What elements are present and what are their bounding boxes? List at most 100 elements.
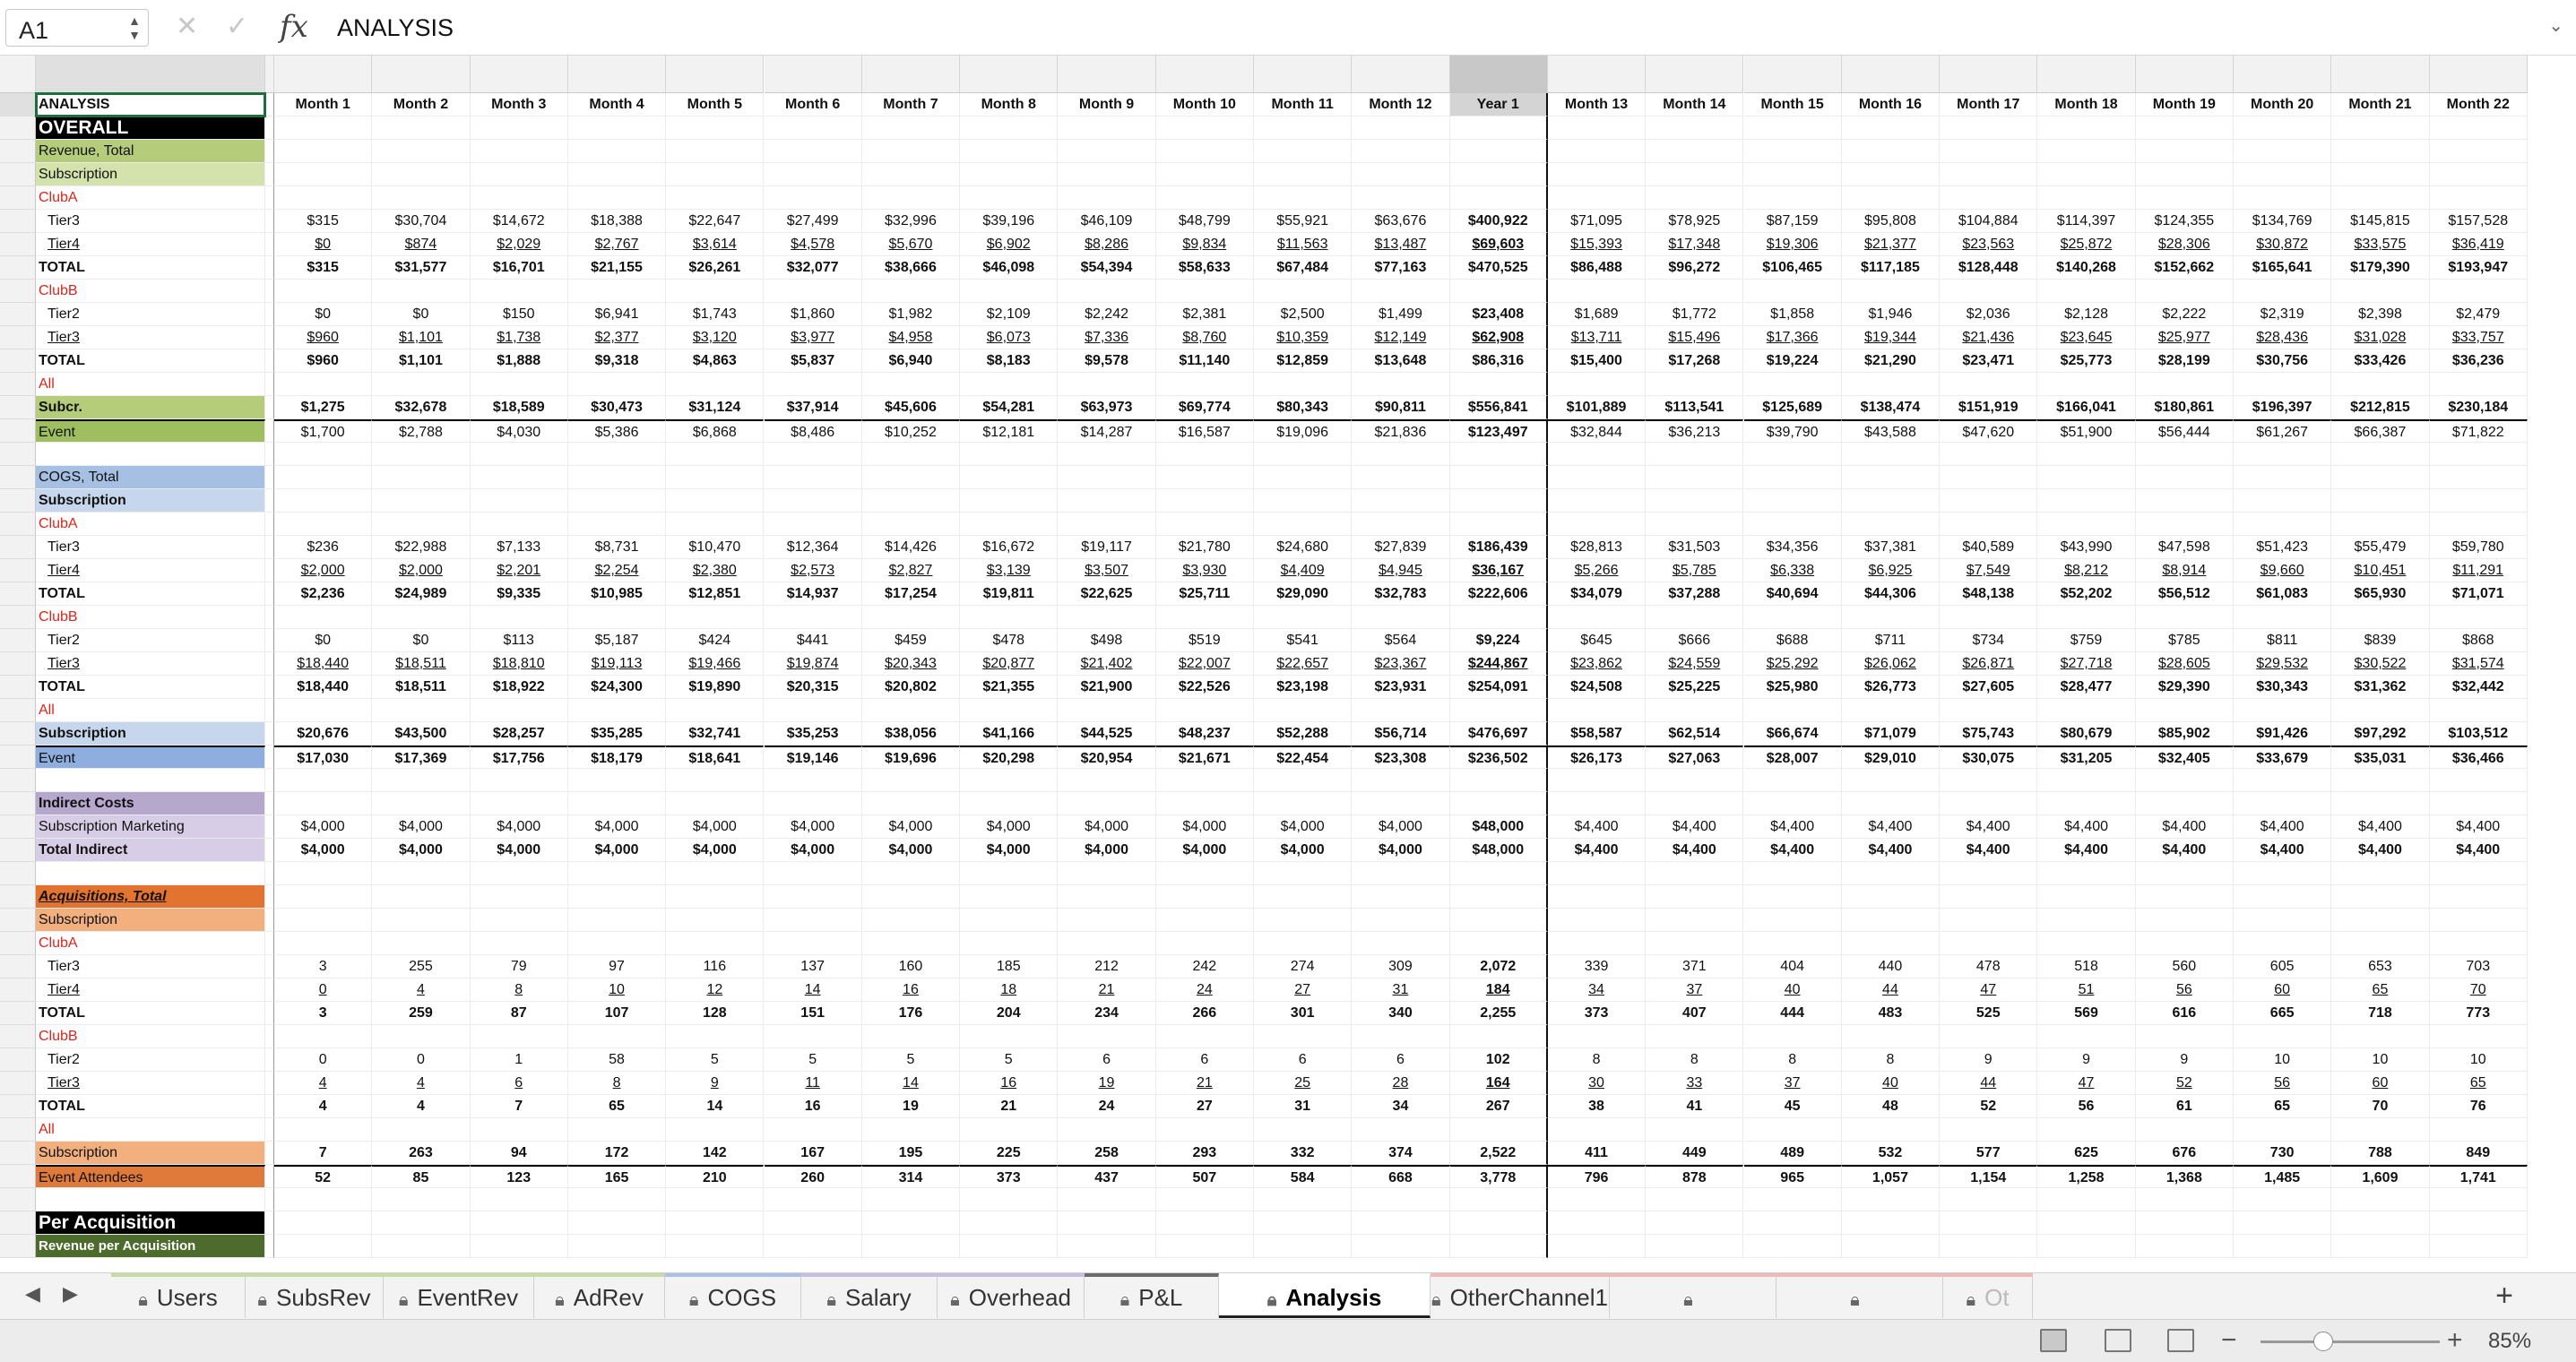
value-cell[interactable]: 577 xyxy=(1940,1142,2038,1165)
sheet-tab-p-l[interactable]: 🔒︎ P&L xyxy=(1085,1273,1219,1318)
value-cell[interactable]: $645 xyxy=(1547,629,1647,652)
value-cell[interactable] xyxy=(2429,1025,2528,1048)
value-cell[interactable]: $145,815 xyxy=(2331,210,2430,233)
month-header-cell[interactable]: Month 16 xyxy=(1841,93,1941,116)
value-cell[interactable] xyxy=(2135,862,2234,885)
value-cell[interactable]: $18,440 xyxy=(274,652,373,676)
value-cell[interactable]: $23,367 xyxy=(1352,652,1450,676)
value-cell[interactable]: $55,921 xyxy=(1254,210,1353,233)
value-cell[interactable] xyxy=(1940,186,2038,210)
value-cell[interactable] xyxy=(764,699,862,722)
value-cell[interactable]: 293 xyxy=(1155,1142,1254,1165)
value-cell[interactable] xyxy=(1155,443,1254,466)
value-cell[interactable]: $180,861 xyxy=(2135,396,2234,419)
value-cell[interactable] xyxy=(1352,1235,1450,1258)
value-cell[interactable]: $315 xyxy=(274,210,373,233)
value-cell[interactable]: $33,757 xyxy=(2429,326,2528,349)
value-cell[interactable] xyxy=(2037,769,2136,792)
row-label-cell[interactable]: Total Indirect xyxy=(36,839,265,862)
value-cell[interactable]: 24 xyxy=(1058,1095,1156,1118)
value-cell[interactable] xyxy=(2037,443,2136,466)
value-cell[interactable] xyxy=(764,1118,862,1142)
value-cell[interactable]: $4,000 xyxy=(372,815,471,839)
month-header-cell[interactable]: Month 19 xyxy=(2135,93,2234,116)
value-cell[interactable] xyxy=(1743,1235,1842,1258)
value-cell[interactable]: $519 xyxy=(1155,629,1254,652)
value-cell[interactable]: $26,173 xyxy=(1547,746,1647,769)
value-cell[interactable] xyxy=(2234,932,2332,955)
value-cell[interactable]: $33,575 xyxy=(2331,233,2430,256)
value-cell[interactable] xyxy=(1352,769,1450,792)
row-header[interactable] xyxy=(0,466,36,489)
column-header-a[interactable] xyxy=(36,56,265,93)
month-header-cell[interactable]: Month 18 xyxy=(2037,93,2136,116)
value-cell[interactable] xyxy=(1743,862,1842,885)
value-cell[interactable] xyxy=(2135,885,2234,909)
column-header-d[interactable] xyxy=(372,56,471,93)
value-cell[interactable] xyxy=(1940,489,2038,513)
value-cell[interactable]: $18,388 xyxy=(567,210,667,233)
spacer-cell[interactable] xyxy=(265,536,274,559)
row-header[interactable] xyxy=(0,1142,36,1165)
value-cell[interactable] xyxy=(2331,466,2430,489)
value-cell[interactable]: $4,400 xyxy=(1646,839,1744,862)
value-cell[interactable]: $193,947 xyxy=(2429,256,2528,280)
value-cell[interactable] xyxy=(1646,885,1744,909)
value-cell[interactable] xyxy=(1254,280,1353,303)
value-cell[interactable] xyxy=(960,1211,1059,1235)
value-cell[interactable]: $44,306 xyxy=(1841,582,1941,606)
value-cell[interactable]: $8,914 xyxy=(2135,559,2234,582)
value-cell[interactable] xyxy=(764,862,862,885)
row-label-cell[interactable]: ClubA xyxy=(36,932,265,955)
spacer-cell[interactable] xyxy=(265,140,274,163)
value-cell[interactable] xyxy=(567,1118,667,1142)
value-cell[interactable]: $26,871 xyxy=(1940,652,2038,676)
month-header-cell[interactable]: Month 2 xyxy=(372,93,471,116)
value-cell[interactable]: $4,400 xyxy=(2331,815,2430,839)
value-cell[interactable]: $14,287 xyxy=(1058,419,1156,443)
value-cell[interactable]: 60 xyxy=(2331,1072,2430,1095)
value-cell[interactable]: $12,181 xyxy=(960,419,1059,443)
row-label-cell[interactable]: Tier3 xyxy=(36,955,265,978)
value-cell[interactable]: $23,308 xyxy=(1352,746,1450,769)
row-header[interactable] xyxy=(0,699,36,722)
row-header[interactable] xyxy=(0,396,36,419)
value-cell[interactable]: 185 xyxy=(960,955,1059,978)
value-cell[interactable] xyxy=(2331,1188,2430,1211)
value-cell[interactable] xyxy=(1743,769,1842,792)
spacer-cell[interactable] xyxy=(265,792,274,815)
value-cell[interactable]: $2,254 xyxy=(567,559,667,582)
value-cell[interactable]: $29,532 xyxy=(2234,652,2332,676)
value-cell[interactable] xyxy=(2135,909,2234,932)
row-label-cell[interactable] xyxy=(36,1188,265,1211)
spacer-cell[interactable] xyxy=(265,769,274,792)
value-cell[interactable]: $21,377 xyxy=(1841,233,1941,256)
value-cell[interactable]: 6 xyxy=(1058,1048,1156,1072)
value-cell[interactable]: $140,268 xyxy=(2037,256,2136,280)
value-cell[interactable] xyxy=(1743,606,1842,629)
value-cell[interactable] xyxy=(666,1211,765,1235)
value-cell[interactable]: 259 xyxy=(372,1002,471,1025)
value-cell[interactable] xyxy=(372,513,471,536)
value-cell[interactable] xyxy=(2037,699,2136,722)
value-cell[interactable] xyxy=(1155,140,1254,163)
value-cell[interactable]: $56,512 xyxy=(2135,582,2234,606)
value-cell[interactable] xyxy=(1058,466,1156,489)
value-cell[interactable]: $97,292 xyxy=(2331,722,2430,746)
row-label-cell[interactable] xyxy=(36,443,265,466)
value-cell[interactable] xyxy=(960,186,1059,210)
value-cell[interactable]: $4,000 xyxy=(666,815,765,839)
value-cell[interactable]: $8,286 xyxy=(1058,233,1156,256)
spacer-cell[interactable] xyxy=(265,93,274,116)
value-cell[interactable]: $36,236 xyxy=(2429,349,2528,373)
value-cell[interactable]: 65 xyxy=(2429,1072,2528,1095)
value-cell[interactable]: $157,528 xyxy=(2429,210,2528,233)
value-cell[interactable] xyxy=(372,862,471,885)
value-cell[interactable] xyxy=(764,792,862,815)
value-cell[interactable] xyxy=(372,116,471,140)
value-cell[interactable] xyxy=(2234,699,2332,722)
value-cell[interactable]: $22,647 xyxy=(666,210,765,233)
value-cell[interactable]: $22,526 xyxy=(1155,676,1254,699)
value-cell[interactable]: 12 xyxy=(666,978,765,1002)
value-cell[interactable]: $54,394 xyxy=(1058,256,1156,280)
